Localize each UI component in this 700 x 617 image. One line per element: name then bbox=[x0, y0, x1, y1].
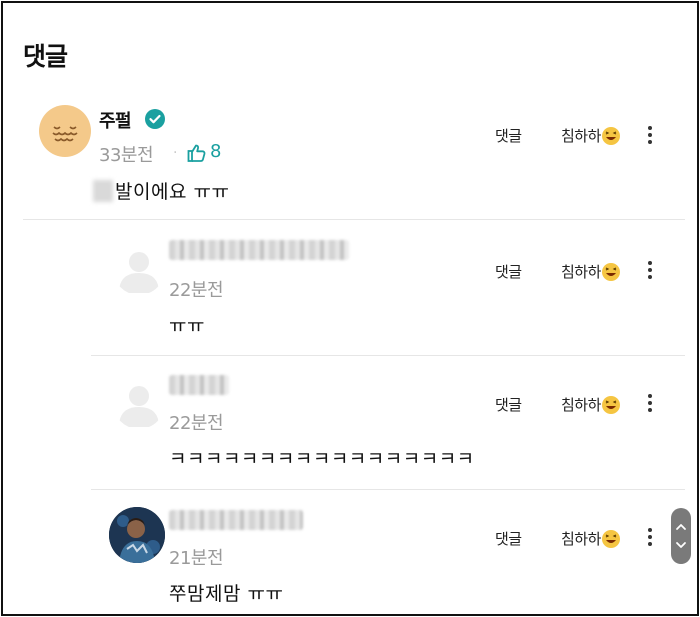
react-button[interactable]: 침하하 bbox=[561, 125, 620, 146]
laughing-emoji-icon bbox=[601, 263, 620, 281]
more-vertical-icon[interactable] bbox=[640, 258, 660, 282]
more-vertical-icon[interactable] bbox=[640, 123, 660, 147]
comment-item: 주펄 33분전 · 8 발이에요 ㅠㅠ 댓글 침하하 bbox=[3, 3, 697, 223]
reply-button[interactable]: 댓글 bbox=[495, 261, 522, 282]
scroll-up-icon bbox=[676, 524, 686, 530]
reply-button[interactable]: 댓글 bbox=[495, 394, 522, 415]
react-button[interactable]: 침하하 bbox=[561, 261, 620, 282]
scroll-handle[interactable] bbox=[671, 508, 691, 564]
comment-time: 22분전 bbox=[169, 413, 224, 434]
redacted-text bbox=[93, 180, 113, 202]
avatar[interactable] bbox=[39, 105, 91, 157]
comment-time: 22분전 bbox=[169, 280, 224, 301]
comment-body: ㅠㅠ bbox=[169, 315, 205, 337]
comment-author-redacted[interactable] bbox=[169, 510, 303, 530]
comment-author-redacted[interactable] bbox=[169, 240, 349, 260]
comment-author-redacted[interactable] bbox=[169, 375, 229, 395]
more-vertical-icon[interactable] bbox=[640, 391, 660, 415]
default-user-icon bbox=[119, 386, 159, 427]
reply-button[interactable]: 댓글 bbox=[495, 125, 522, 146]
sun-face-icon bbox=[52, 126, 78, 142]
reply-button[interactable]: 댓글 bbox=[495, 528, 522, 549]
avatar[interactable] bbox=[113, 243, 165, 295]
scroll-down-icon bbox=[676, 542, 686, 548]
comment-body: ㅋㅋㅋㅋㅋㅋㅋㅋㅋㅋㅋㅋㅋㅋㅋㅋㅋ bbox=[169, 448, 475, 470]
comment-time: 33분전 bbox=[99, 145, 154, 166]
comment-time: 21분전 bbox=[169, 548, 224, 569]
avatar[interactable] bbox=[113, 377, 165, 429]
profile-photo bbox=[109, 507, 165, 563]
like-count[interactable]: 8 bbox=[210, 141, 221, 162]
react-button[interactable]: 침하하 bbox=[561, 528, 620, 549]
divider bbox=[91, 355, 685, 356]
laughing-emoji-icon bbox=[601, 127, 620, 145]
more-vertical-icon[interactable] bbox=[640, 525, 660, 549]
laughing-emoji-icon bbox=[601, 396, 620, 414]
comment-body: 쭈맘제맘 ㅠㅠ bbox=[169, 583, 284, 605]
avatar[interactable] bbox=[109, 507, 165, 563]
react-button[interactable]: 침하하 bbox=[561, 394, 620, 415]
divider bbox=[23, 219, 685, 220]
separator-dot: · bbox=[173, 145, 178, 161]
comment-author[interactable]: 주펄 bbox=[99, 107, 132, 133]
default-user-icon bbox=[119, 252, 159, 293]
verified-check-icon bbox=[145, 109, 165, 129]
divider bbox=[91, 489, 685, 490]
comments-panel: 댓글 주펄 33분전 · 8 발이에요 ㅠㅠ 댓글 침하하 22분전 ㅠㅠ 댓글… bbox=[1, 1, 699, 616]
comment-body: 발이에요 ㅠㅠ bbox=[93, 177, 229, 204]
laughing-emoji-icon bbox=[601, 530, 620, 548]
thumbs-up-icon[interactable] bbox=[187, 143, 207, 163]
